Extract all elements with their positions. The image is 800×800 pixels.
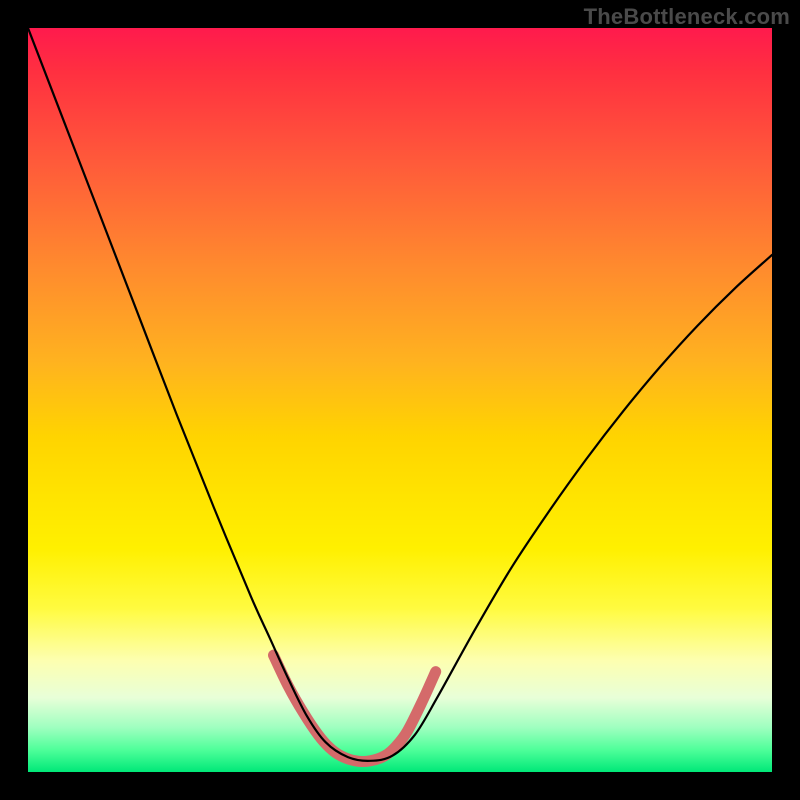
chart-frame: TheBottleneck.com	[0, 0, 800, 800]
main-curve-path	[28, 28, 772, 761]
curve-layer	[28, 28, 772, 772]
watermark-text: TheBottleneck.com	[584, 4, 790, 30]
plot-area	[28, 28, 772, 772]
highlight-trough-path	[274, 655, 436, 761]
